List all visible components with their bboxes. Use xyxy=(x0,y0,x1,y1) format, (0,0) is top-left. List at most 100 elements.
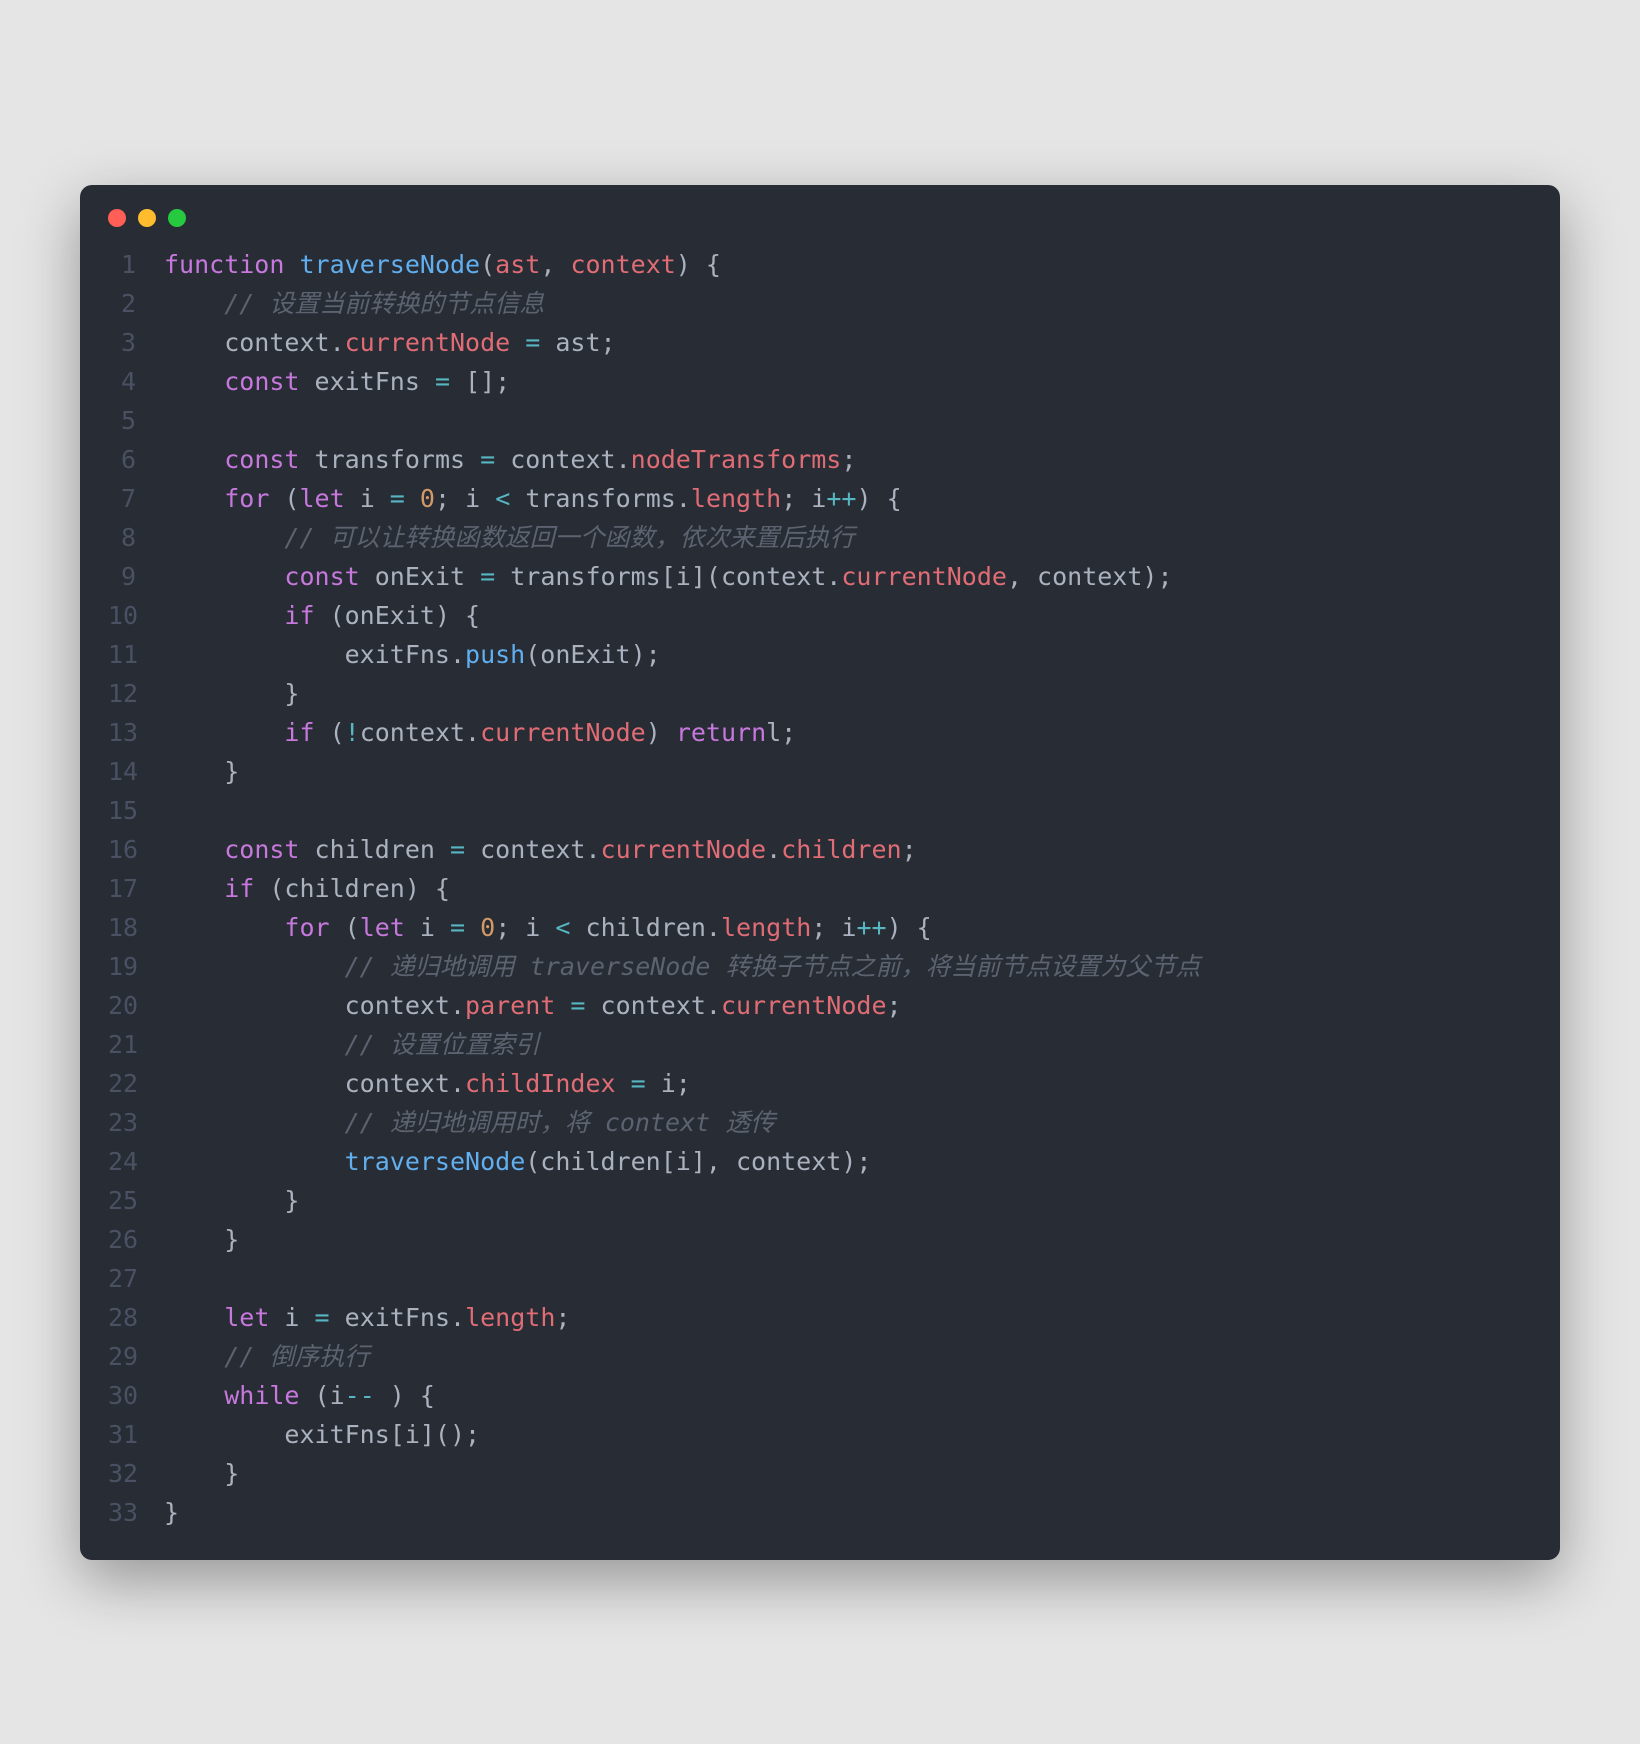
code-token: context. xyxy=(465,835,600,864)
code-token: const xyxy=(224,445,299,474)
code-line: 22 context.childIndex = i; xyxy=(108,1064,1532,1103)
line-number: 10 xyxy=(108,596,164,635)
code-token: ( xyxy=(330,913,360,942)
code-token: context. xyxy=(360,718,480,747)
code-token: ) { xyxy=(375,1381,435,1410)
code-token xyxy=(616,1069,631,1098)
line-number: 3 xyxy=(108,323,164,362)
code-token xyxy=(164,1303,224,1332)
line-content: context.currentNode = ast; xyxy=(164,323,1532,362)
line-content: } xyxy=(164,1454,1532,1493)
line-content: // 倒序执行 xyxy=(164,1337,1532,1376)
code-token: []; xyxy=(450,367,510,396)
line-content: const transforms = context.nodeTransform… xyxy=(164,440,1532,479)
line-number: 23 xyxy=(108,1103,164,1142)
code-token: ; xyxy=(841,445,856,474)
line-number: 8 xyxy=(108,518,164,557)
code-token: exitFns xyxy=(299,367,434,396)
line-number: 17 xyxy=(108,869,164,908)
line-content: if (children) { xyxy=(164,869,1532,908)
line-content: let i = exitFns.length; xyxy=(164,1298,1532,1337)
code-token xyxy=(164,289,224,318)
code-token: traverseNode xyxy=(299,250,480,279)
code-token: < xyxy=(495,484,510,513)
code-line: 2 // 设置当前转换的节点信息 xyxy=(108,284,1532,323)
code-token: i xyxy=(345,484,390,513)
code-token: exitFns. xyxy=(330,1303,465,1332)
code-token: context. xyxy=(495,445,630,474)
line-number: 6 xyxy=(108,440,164,479)
line-number: 14 xyxy=(108,752,164,791)
code-token: ++ xyxy=(856,913,886,942)
code-line: 21 // 设置位置索引 xyxy=(108,1025,1532,1064)
code-line: 5 xyxy=(108,401,1532,440)
code-token: = xyxy=(450,835,465,864)
code-token xyxy=(164,913,284,942)
line-content: // 递归地调用 traverseNode 转换子节点之前，将当前节点设置为父节… xyxy=(164,947,1532,986)
code-line: 4 const exitFns = []; xyxy=(108,362,1532,401)
line-number: 25 xyxy=(108,1181,164,1220)
code-token: ( xyxy=(480,250,495,279)
code-token: currentNode xyxy=(601,835,767,864)
code-token: const xyxy=(284,562,359,591)
line-number: 28 xyxy=(108,1298,164,1337)
code-token: childIndex xyxy=(465,1069,616,1098)
code-token: for xyxy=(284,913,329,942)
code-token: } xyxy=(164,1459,239,1488)
line-content: context.parent = context.currentNode; xyxy=(164,986,1532,1025)
code-token: // 设置当前转换的节点信息 xyxy=(224,289,544,318)
code-token: 0 xyxy=(480,913,495,942)
line-number: 12 xyxy=(108,674,164,713)
code-token: , context); xyxy=(1007,562,1173,591)
code-token: ; i xyxy=(495,913,555,942)
code-line: 32 } xyxy=(108,1454,1532,1493)
line-content: } xyxy=(164,752,1532,791)
line-content: for (let i = 0; i < transforms.length; i… xyxy=(164,479,1532,518)
close-icon[interactable] xyxy=(108,209,126,227)
code-token: = xyxy=(480,445,495,474)
code-token xyxy=(510,328,525,357)
line-number: 33 xyxy=(108,1493,164,1532)
code-token: l; xyxy=(766,718,796,747)
code-line: 27 xyxy=(108,1259,1532,1298)
code-token: = xyxy=(450,913,465,942)
line-number: 7 xyxy=(108,479,164,518)
code-line: 3 context.currentNode = ast; xyxy=(108,323,1532,362)
zoom-icon[interactable] xyxy=(168,209,186,227)
line-content: exitFns.push(onExit); xyxy=(164,635,1532,674)
code-token: ; xyxy=(555,1303,570,1332)
code-token: push xyxy=(465,640,525,669)
code-token: (onExit) { xyxy=(315,601,481,630)
code-line: 13 if (!context.currentNode) returnl; xyxy=(108,713,1532,752)
code-token xyxy=(164,562,284,591)
line-content: } xyxy=(164,674,1532,713)
line-content: while (i-- ) { xyxy=(164,1376,1532,1415)
code-line: 33} xyxy=(108,1493,1532,1532)
code-token: ) { xyxy=(887,913,932,942)
code-token: ; i xyxy=(811,913,856,942)
code-token: if xyxy=(284,601,314,630)
code-token: traverseNode xyxy=(345,1147,526,1176)
code-token: function xyxy=(164,250,284,279)
code-token: context. xyxy=(164,328,345,357)
code-token: // 设置位置索引 xyxy=(345,1030,540,1059)
code-token: ast xyxy=(495,250,540,279)
code-line: 14 } xyxy=(108,752,1532,791)
code-window: 1function traverseNode(ast, context) {2 … xyxy=(80,185,1560,1560)
code-token: context. xyxy=(585,991,720,1020)
code-token: exitFns. xyxy=(164,640,465,669)
code-token xyxy=(164,1108,345,1137)
line-content: if (onExit) { xyxy=(164,596,1532,635)
code-token: length xyxy=(691,484,781,513)
code-token: transforms[i](context. xyxy=(495,562,841,591)
line-content: if (!context.currentNode) returnl; xyxy=(164,713,1532,752)
code-token: (children[i], context); xyxy=(525,1147,871,1176)
minimize-icon[interactable] xyxy=(138,209,156,227)
line-content xyxy=(164,401,1532,440)
code-line: 28 let i = exitFns.length; xyxy=(108,1298,1532,1337)
line-content: traverseNode(children[i], context); xyxy=(164,1142,1532,1181)
code-token: } xyxy=(164,1498,179,1527)
line-content: // 可以让转换函数返回一个函数，依次来置后执行 xyxy=(164,518,1532,557)
code-line: 24 traverseNode(children[i], context); xyxy=(108,1142,1532,1181)
code-token: . xyxy=(766,835,781,864)
